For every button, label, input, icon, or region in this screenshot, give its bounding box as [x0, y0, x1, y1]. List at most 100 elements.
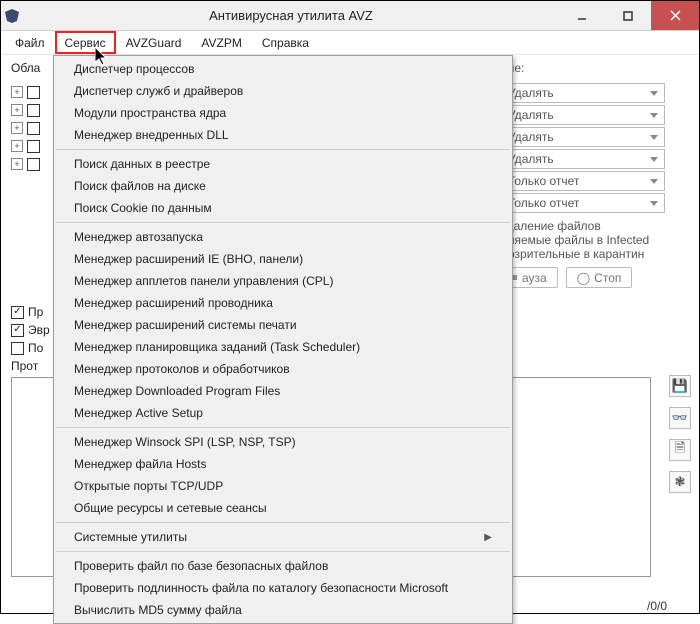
check-label: Пр: [28, 305, 43, 319]
menu-item[interactable]: Модули пространства ядра: [54, 102, 512, 124]
menu-item-label: Проверить подлинность файла по каталогу …: [74, 581, 448, 595]
menu-item[interactable]: Менеджер Active Setup: [54, 402, 512, 424]
dropdown-value: Удалять: [508, 152, 554, 166]
menu-item[interactable]: Менеджер протоколов и обработчиков: [54, 358, 512, 380]
menu-item-label: Менеджер Downloaded Program Files: [74, 384, 280, 398]
minimize-button[interactable]: [559, 1, 605, 30]
menu-item-label: Диспетчер процессов: [74, 62, 194, 76]
left-checkboxes: ✓ Пр ✓ Эвр По: [11, 303, 50, 357]
expand-icon[interactable]: +: [11, 104, 23, 116]
check-label: По: [28, 341, 43, 355]
menu-item[interactable]: Поиск файлов на диске: [54, 175, 512, 197]
expand-icon[interactable]: +: [11, 140, 23, 152]
checkbox[interactable]: [27, 86, 40, 99]
action-dropdown-1[interactable]: Удалять: [501, 83, 665, 103]
menu-item-label: Менеджер расширений системы печати: [74, 318, 297, 332]
checkbox[interactable]: [27, 158, 40, 171]
menu-item[interactable]: Менеджер внедренных DLL: [54, 124, 512, 146]
side-toolbar: 💾 👓 🗎 ❃: [669, 375, 691, 493]
menu-item-label: Общие ресурсы и сетевые сеансы: [74, 501, 267, 515]
menu-help[interactable]: Справка: [252, 31, 319, 54]
check-row[interactable]: По: [11, 339, 50, 357]
dropdown-value: Только отчет: [508, 196, 579, 210]
action-dropdown-4[interactable]: Удалять: [501, 149, 665, 169]
button-label: Стоп: [594, 271, 621, 285]
action-dropdown-5[interactable]: Только отчет: [501, 171, 665, 191]
action-dropdown-3[interactable]: Удалять: [501, 127, 665, 147]
menu-item[interactable]: Менеджер расширений системы печати: [54, 314, 512, 336]
stop-button[interactable]: ◯ Стоп: [566, 267, 633, 288]
save-icon[interactable]: 💾: [669, 375, 691, 397]
submenu-arrow-icon: ▶: [484, 532, 492, 543]
right-note-3: дозрительные в карантин: [501, 247, 665, 261]
menu-item-label: Диспетчер служб и драйверов: [74, 84, 243, 98]
menu-item[interactable]: Менеджер файла Hosts: [54, 453, 512, 475]
menu-separator: [56, 551, 510, 552]
menu-item[interactable]: Проверить подлинность файла по каталогу …: [54, 577, 512, 599]
document-icon[interactable]: 🗎: [669, 439, 691, 461]
menu-item[interactable]: Менеджер автозапуска: [54, 226, 512, 248]
app-icon: [1, 9, 23, 23]
checkbox[interactable]: [27, 140, 40, 153]
menu-item[interactable]: Диспетчер служб и драйверов: [54, 80, 512, 102]
menu-item[interactable]: Поиск данных в реестре: [54, 153, 512, 175]
menu-item[interactable]: Менеджер Winsock SPI (LSP, NSP, TSP): [54, 431, 512, 453]
menu-item[interactable]: Вычислить MD5 сумму файла: [54, 599, 512, 621]
menu-item-label: Поиск файлов на диске: [74, 179, 206, 193]
action-dropdown-6[interactable]: Только отчет: [501, 193, 665, 213]
menu-item-label: Менеджер расширений проводника: [74, 296, 273, 310]
glasses-icon[interactable]: 👓: [669, 407, 691, 429]
checkbox[interactable]: [11, 342, 24, 355]
menu-item-label: Менеджер апплетов панели управления (CPL…: [74, 274, 333, 288]
checkbox[interactable]: [27, 104, 40, 117]
stop-circle-icon: ◯: [577, 271, 590, 285]
menu-item[interactable]: Менеджер апплетов панели управления (CPL…: [54, 270, 512, 292]
menu-item-label: Проверить файл по базе безопасных файлов: [74, 559, 328, 573]
menu-item[interactable]: Общие ресурсы и сетевые сеансы: [54, 497, 512, 519]
menu-separator: [56, 522, 510, 523]
menu-separator: [56, 149, 510, 150]
action-dropdown-2[interactable]: Удалять: [501, 105, 665, 125]
menu-item[interactable]: Менеджер Downloaded Program Files: [54, 380, 512, 402]
expand-icon[interactable]: +: [11, 122, 23, 134]
menu-item[interactable]: Проверить файл по базе безопасных файлов: [54, 555, 512, 577]
menu-avzguard[interactable]: AVZGuard: [116, 31, 192, 54]
menu-item-label: Менеджер планировщика заданий (Task Sche…: [74, 340, 360, 354]
menu-separator: [56, 222, 510, 223]
right-note-1: удаление файлов: [501, 219, 665, 233]
menu-item[interactable]: Менеджер расширений проводника: [54, 292, 512, 314]
checkbox[interactable]: [27, 122, 40, 135]
close-button[interactable]: [651, 1, 699, 30]
menu-item[interactable]: Менеджер расширений IE (BHO, панели): [54, 248, 512, 270]
checkbox[interactable]: ✓: [11, 306, 24, 319]
status-progress: /0/0: [647, 599, 667, 613]
menu-item-label: Менеджер протоколов и обработчиков: [74, 362, 290, 376]
menu-avzpm[interactable]: AVZPM: [191, 31, 251, 54]
maximize-button[interactable]: [605, 1, 651, 30]
right-panel: ние: Удалять Удалять Удалять Удалять Тол…: [501, 61, 665, 288]
menu-item-label: Менеджер расширений IE (BHO, панели): [74, 252, 303, 266]
check-row[interactable]: ✓ Эвр: [11, 321, 50, 339]
menu-file[interactable]: Файл: [5, 31, 55, 54]
menu-item[interactable]: Поиск Cookie по данным: [54, 197, 512, 219]
right-note-2: яляемые файлы в Infected: [501, 233, 665, 247]
bug-icon[interactable]: ❃: [669, 471, 691, 493]
check-label: Эвр: [28, 323, 50, 337]
expand-icon[interactable]: +: [11, 86, 23, 98]
right-buttons: ⏸ауза ◯Стоп: [501, 267, 665, 288]
menu-item[interactable]: Менеджер планировщика заданий (Task Sche…: [54, 336, 512, 358]
menu-item[interactable]: Системные утилиты ▶: [54, 526, 512, 548]
menu-item[interactable]: Открытые порты TCP/UDP: [54, 475, 512, 497]
checkbox[interactable]: ✓: [11, 324, 24, 337]
button-label: ауза: [522, 271, 547, 285]
menu-item[interactable]: Диспетчер процессов: [54, 58, 512, 80]
window-controls: [559, 1, 699, 30]
menu-separator: [56, 427, 510, 428]
menu-item-label: Менеджер Winsock SPI (LSP, NSP, TSP): [74, 435, 296, 449]
menu-item-label: Вычислить MD5 сумму файла: [74, 603, 242, 617]
menu-service[interactable]: Сервис: [55, 31, 116, 54]
menu-item-label: Системные утилиты: [74, 530, 187, 544]
expand-icon[interactable]: +: [11, 158, 23, 170]
check-row[interactable]: ✓ Пр: [11, 303, 50, 321]
menu-item-label: Менеджер файла Hosts: [74, 457, 207, 471]
